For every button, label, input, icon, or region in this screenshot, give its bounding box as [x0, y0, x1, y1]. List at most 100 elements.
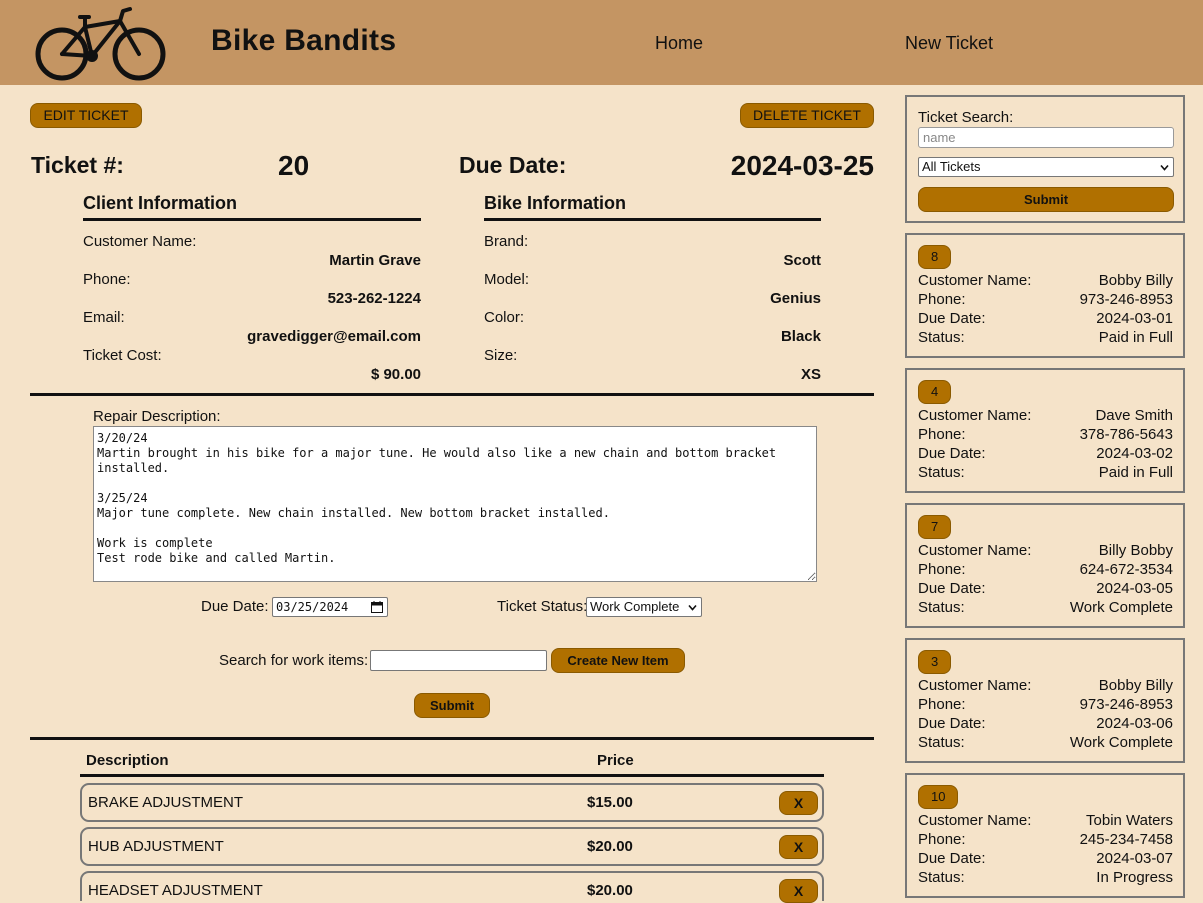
client-info-divider: [83, 218, 421, 221]
item-price: $15.00: [587, 794, 633, 811]
card-customer-value: Bobby Billy: [1098, 272, 1173, 289]
customer-name-value: Martin Grave: [329, 252, 421, 269]
card-due-value: 2024-03-05: [1096, 580, 1173, 597]
card-customer-value: Dave Smith: [1095, 407, 1173, 424]
ticket-id-badge[interactable]: 10: [918, 785, 959, 809]
ticket-card[interactable]: 8 Customer Name: Bobby Billy Phone: 973-…: [905, 233, 1185, 358]
model-label: Model:: [484, 271, 530, 288]
card-due-value: 2024-03-02: [1096, 445, 1173, 462]
ticket-id-badge[interactable]: 4: [918, 380, 952, 404]
card-due-label: Due Date:: [918, 445, 986, 462]
due-date-value: 2024-03-25: [730, 150, 874, 181]
color-value: Black: [780, 328, 821, 345]
nav-new-ticket-link[interactable]: New Ticket: [905, 33, 993, 54]
ticket-filter-value: All Tickets: [922, 159, 981, 174]
remove-item-button[interactable]: X: [779, 791, 818, 815]
ticket-number-label: Ticket #:: [31, 152, 124, 178]
card-phone-value: 624-672-3534: [1079, 561, 1173, 578]
ticket-status-label: Ticket Status:: [497, 598, 588, 615]
card-due-label: Due Date:: [918, 715, 986, 732]
table-header-divider: [80, 774, 824, 777]
card-status-label: Status:: [918, 734, 965, 751]
bicycle-logo-icon[interactable]: [33, 3, 169, 81]
card-phone-value: 973-246-8953: [1079, 291, 1173, 308]
bike-info-title: Bike Information: [484, 193, 627, 213]
table-row: HUB ADJUSTMENT $20.00 X: [80, 827, 824, 866]
phone-value: 523-262-1224: [327, 290, 421, 307]
repair-description-textarea[interactable]: 3/20/24 Martin brought in his bike for a…: [93, 426, 817, 582]
item-description: HEADSET ADJUSTMENT: [88, 882, 263, 899]
description-column-header: Description: [86, 752, 169, 769]
color-label: Color:: [484, 309, 525, 326]
model-value: Genius: [770, 290, 821, 307]
edit-ticket-button[interactable]: EDIT TICKET: [30, 103, 142, 128]
item-description: HUB ADJUSTMENT: [88, 838, 224, 855]
ticket-card[interactable]: 10 Customer Name: Tobin Waters Phone: 24…: [905, 773, 1185, 898]
name-placeholder: name: [923, 130, 956, 145]
due-date-input-value: 03/25/2024: [276, 600, 349, 614]
card-phone-label: Phone:: [918, 831, 966, 848]
card-status-value: Paid in Full: [1098, 464, 1173, 481]
card-phone-value: 378-786-5643: [1079, 426, 1173, 443]
card-status-value: Work Complete: [1069, 599, 1173, 616]
ticket-card[interactable]: 4 Customer Name: Dave Smith Phone: 378-7…: [905, 368, 1185, 493]
item-price: $20.00: [587, 838, 633, 855]
repair-description-label: Repair Description:: [93, 408, 221, 425]
item-price: $20.00: [587, 882, 633, 899]
card-status-value: Paid in Full: [1098, 329, 1173, 346]
work-items-search-input[interactable]: [370, 650, 547, 671]
remove-item-button[interactable]: X: [779, 835, 818, 859]
card-status-value: In Progress: [1096, 869, 1173, 886]
client-info-title: Client Information: [83, 193, 237, 213]
card-customer-label: Customer Name:: [918, 272, 1032, 289]
price-column-header: Price: [597, 752, 634, 769]
create-new-item-button[interactable]: Create New Item: [551, 648, 685, 673]
brand-value: Scott: [783, 252, 822, 269]
card-customer-label: Customer Name:: [918, 542, 1032, 559]
ticket-filter-select[interactable]: All Tickets: [918, 157, 1174, 177]
ticket-number: 20: [278, 150, 310, 181]
card-phone-label: Phone:: [918, 291, 966, 308]
delete-ticket-button[interactable]: DELETE TICKET: [740, 103, 874, 128]
submit-button[interactable]: Submit: [414, 693, 490, 718]
card-status-label: Status:: [918, 464, 965, 481]
calendar-icon[interactable]: [371, 601, 383, 613]
due-date-label: Due Date:: [459, 152, 567, 178]
size-value: XS: [800, 366, 821, 383]
ticket-card[interactable]: 3 Customer Name: Bobby Billy Phone: 973-…: [905, 638, 1185, 763]
items-divider: [30, 737, 874, 740]
ticket-cost-value: $ 90.00: [370, 366, 421, 383]
ticket-card[interactable]: 7 Customer Name: Billy Bobby Phone: 624-…: [905, 503, 1185, 628]
ticket-search-submit-button[interactable]: Submit: [918, 187, 1174, 212]
card-status-value: Work Complete: [1069, 734, 1173, 751]
ticket-search-panel: Ticket Search: name All Tickets Submit: [905, 95, 1185, 223]
card-customer-label: Customer Name:: [918, 407, 1032, 424]
card-customer-label: Customer Name:: [918, 812, 1032, 829]
card-due-value: 2024-03-07: [1096, 850, 1173, 867]
card-phone-value: 245-234-7458: [1079, 831, 1173, 848]
card-status-label: Status:: [918, 329, 965, 346]
brand-name: Bike Bandits: [211, 24, 397, 57]
card-status-label: Status:: [918, 869, 965, 886]
section-divider: [30, 393, 874, 396]
form-due-date-label: Due Date:: [201, 598, 269, 615]
card-customer-value: Tobin Waters: [1086, 812, 1173, 829]
card-due-value: 2024-03-06: [1096, 715, 1173, 732]
due-date-input[interactable]: 03/25/2024: [272, 597, 388, 617]
customer-name-label: Customer Name:: [83, 233, 197, 250]
ticket-id-badge[interactable]: 3: [918, 650, 952, 674]
remove-item-button[interactable]: X: [779, 879, 818, 903]
nav-home-link[interactable]: Home: [655, 33, 703, 54]
card-customer-label: Customer Name:: [918, 677, 1032, 694]
work-items-search-label: Search for work items:: [219, 652, 369, 669]
ticket-cost-label: Ticket Cost:: [83, 347, 162, 364]
ticket-id-badge[interactable]: 8: [918, 245, 952, 269]
ticket-id-badge[interactable]: 7: [918, 515, 952, 539]
table-row: HEADSET ADJUSTMENT $20.00 X: [80, 871, 824, 903]
ticket-search-name-input[interactable]: name: [918, 127, 1174, 148]
ticket-status-select[interactable]: Work Complete: [586, 597, 702, 617]
table-row: BRAKE ADJUSTMENT $15.00 X: [80, 783, 824, 822]
card-customer-value: Bobby Billy: [1098, 677, 1173, 694]
card-phone-label: Phone:: [918, 696, 966, 713]
card-due-label: Due Date:: [918, 850, 986, 867]
